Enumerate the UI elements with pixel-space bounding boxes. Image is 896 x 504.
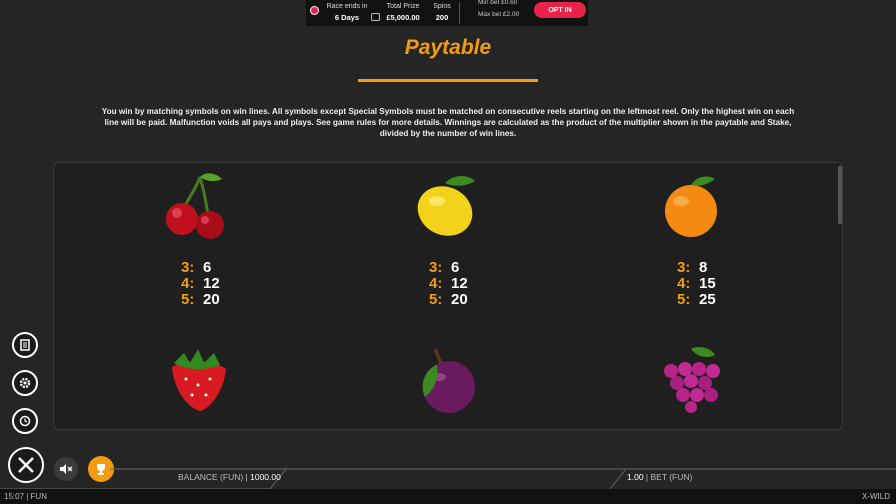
strawberry-icon: [172, 349, 226, 411]
max-bet: Max bet £2.00: [478, 11, 520, 18]
history-icon: [19, 415, 31, 427]
bet-label: BET (FUN): [650, 472, 693, 482]
race-label: Race ends in: [326, 3, 368, 10]
paytable-description: You win by matching symbols on win lines…: [101, 107, 795, 138]
plum-icon: [422, 348, 475, 413]
scrollbar[interactable]: [838, 166, 842, 224]
footer: 15:07 | FUN X-WILD: [0, 489, 896, 504]
pay-count: 4:: [429, 275, 443, 292]
paytable-icon: [20, 339, 30, 351]
pay-value: 6: [451, 259, 460, 276]
pay-count: 5:: [677, 291, 691, 308]
gear-icon: [19, 377, 31, 389]
settings-button[interactable]: [12, 370, 38, 396]
cherry-icon: [166, 173, 224, 239]
pay-count: 4:: [677, 275, 691, 292]
paytable-button[interactable]: [12, 332, 38, 358]
page-title: Paytable: [404, 36, 492, 59]
prize-icon: [371, 13, 380, 21]
balance-label: BALANCE (FUN): [178, 472, 244, 482]
min-bet: Min bet £0.60: [478, 0, 518, 6]
promo-banner: Race ends in 6 Days Total Prize £5,000.0…: [306, 0, 588, 26]
spins-label: Spins: [433, 3, 451, 10]
race-indicator-icon: [310, 6, 319, 15]
cherry-pays: 3: 6 4: 12 5: 20: [181, 260, 220, 308]
promo-divider: [459, 2, 460, 24]
race-info: Race ends in 6 Days: [326, 1, 368, 23]
balance-display: BALANCE (FUN) | 1000.00: [178, 472, 281, 482]
pay-value: 8: [699, 259, 708, 276]
grapes-icon: [664, 347, 720, 413]
prize-info: Total Prize £5,000.00: [382, 1, 424, 23]
lemon-icon: [417, 176, 475, 236]
pay-value: 15: [699, 275, 716, 292]
bet-limits: Min bet £0.60 Max bet £2.00: [478, 0, 519, 21]
clock-mode: 15:07 | FUN: [4, 492, 47, 501]
pay-value: 12: [203, 275, 220, 292]
title-underline: [358, 79, 538, 82]
bet-value: 1.00: [627, 472, 644, 482]
pay-value: 20: [451, 291, 468, 308]
spins-info: Spins 200: [430, 1, 454, 23]
paytable-panel[interactable]: 3: 6 4: 12 5: 20 3: 6 4: 12 5: 20 3: 8 4: 15 5: 2…: [53, 162, 843, 430]
pay-value: 12: [451, 275, 468, 292]
pay-count: 4:: [181, 275, 195, 292]
game-name: X-WILD: [862, 492, 890, 501]
orange-icon: [665, 176, 717, 237]
pay-count: 3:: [181, 259, 195, 276]
bottom-bar: [0, 468, 896, 490]
pay-value: 6: [203, 259, 212, 276]
pay-count: 3:: [677, 259, 691, 276]
spins-value: 200: [435, 13, 449, 22]
history-button[interactable]: [12, 408, 38, 434]
race-value: 6 Days: [334, 13, 360, 22]
prize-label: Total Prize: [386, 3, 420, 10]
pay-count: 5:: [181, 291, 195, 308]
pay-count: 3:: [429, 259, 443, 276]
bet-display: 1.00 | BET (FUN): [627, 472, 693, 482]
orange-pays: 3: 8 4: 15 5: 25: [677, 260, 716, 308]
balance-value: 1000.00: [250, 472, 281, 482]
pay-count: 5:: [429, 291, 443, 308]
prize-value: £5,000.00: [386, 13, 420, 22]
pay-value: 25: [699, 291, 716, 308]
lemon-pays: 3: 6 4: 12 5: 20: [429, 260, 468, 308]
opt-in-button[interactable]: OPT IN: [534, 2, 586, 18]
pay-value: 20: [203, 291, 220, 308]
